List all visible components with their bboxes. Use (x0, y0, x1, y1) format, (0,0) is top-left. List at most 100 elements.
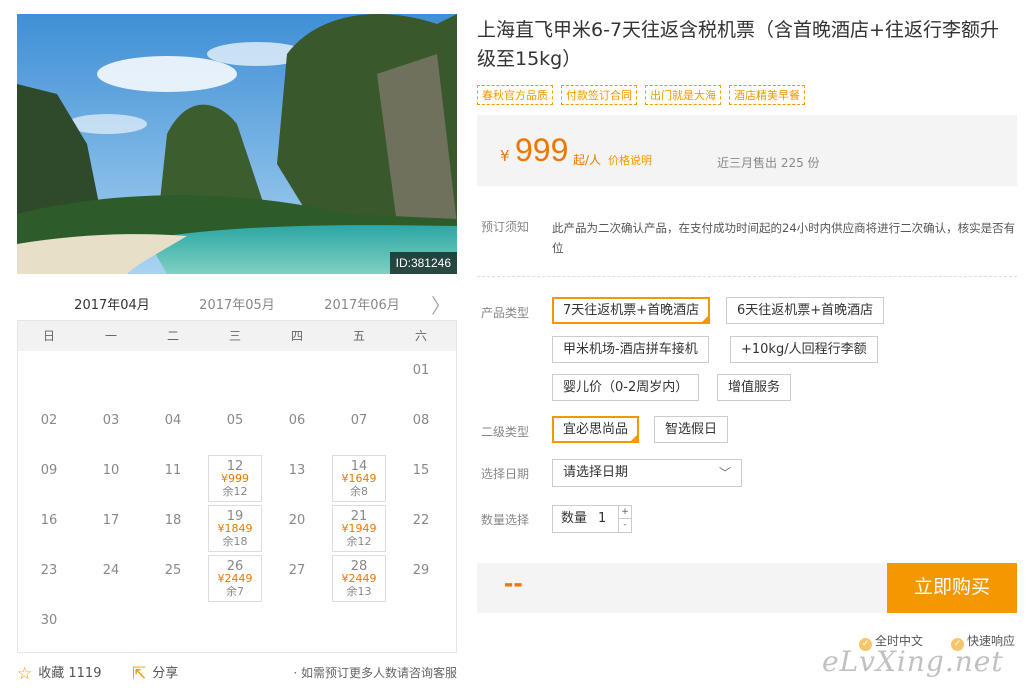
option-subtype-2[interactable]: 智选假日 (654, 416, 729, 443)
day-number: 03 (102, 413, 120, 428)
day-price: ¥2449 (217, 572, 253, 585)
day-price: ¥1649 (341, 472, 377, 485)
calendar-day[interactable]: 11 (142, 453, 204, 503)
option-type-1[interactable]: 7天往返机票+首晚酒店 (552, 297, 711, 326)
calendar-day[interactable]: 29 (390, 553, 452, 603)
calendar-day[interactable]: 21 ¥1949 余12 (332, 505, 386, 552)
calendar-empty (80, 603, 142, 653)
calendar-empty (328, 603, 390, 653)
calendar-day[interactable]: 19 ¥1849 余18 (208, 505, 262, 552)
favorite-button[interactable]: ☆ 收藏 1119 (17, 662, 101, 684)
chevron-right-icon[interactable]: 〉 (431, 290, 451, 319)
date-select[interactable]: 请选择日期 ﹀ (552, 459, 742, 487)
price-unit: 起/人 (573, 153, 602, 167)
quantity-value[interactable]: 1 (598, 506, 606, 532)
day-number: 28 (350, 559, 368, 574)
calendar-day[interactable]: 24 (80, 553, 142, 603)
option-type-5[interactable]: 婴儿价（0-2周岁内） (552, 374, 700, 401)
subtype-label: 二级类型 (481, 425, 530, 439)
calendar-day[interactable]: 28 ¥2449 余13 (332, 555, 386, 602)
day-number: 12 (226, 459, 244, 474)
option-type-3[interactable]: 甲米机场-酒店拼车接机 (552, 336, 709, 363)
calendar-day[interactable]: 20 (266, 503, 328, 553)
day-price: ¥1849 (217, 522, 253, 535)
calendar-month-tabs: 2017年04月 2017年05月 2017年06月 〉 (17, 288, 457, 323)
star-icon: ☆ (17, 664, 33, 684)
feature-tag: 酒店精美早餐 (729, 85, 805, 105)
day-number: 14 (350, 459, 368, 474)
share-button[interactable]: ⇱ 分享 (132, 662, 178, 684)
calendar-day[interactable]: 27 (266, 553, 328, 603)
calendar-day[interactable]: 15 (390, 453, 452, 503)
weekday-label: 四 (290, 329, 303, 343)
total-price: -- (504, 567, 523, 598)
calendar-empty (18, 353, 80, 403)
calendar-day[interactable]: 18 (142, 503, 204, 553)
calendar-empty (266, 353, 328, 403)
beach-cliff-image (17, 14, 457, 274)
calendar-empty (204, 603, 266, 653)
day-number: 01 (412, 363, 430, 378)
calendar-day[interactable]: 23 (18, 553, 80, 603)
calendar-empty (266, 603, 328, 653)
calendar-day[interactable]: 12 ¥999 余12 (208, 455, 262, 502)
day-number: 18 (164, 513, 182, 528)
option-subtype-1[interactable]: 宜必思尚品 (552, 416, 640, 445)
option-type-4[interactable]: +10kg/人回程行李额 (730, 336, 878, 363)
feature-tag: 春秋官方品质 (477, 85, 553, 105)
day-number: 29 (412, 563, 430, 578)
calendar-day[interactable]: 13 (266, 453, 328, 503)
calendar-empty (328, 353, 390, 403)
product-title: 上海直飞甲米6-7天往返含税机票（含首晚酒店+往返行李额升级至15kg） (477, 19, 999, 70)
calendar-day[interactable]: 16 (18, 503, 80, 553)
calendar-day[interactable]: 25 (142, 553, 204, 603)
calendar-day[interactable]: 30 (18, 603, 80, 653)
calendar-day[interactable]: 10 (80, 453, 142, 503)
calendar-day[interactable]: 22 (390, 503, 452, 553)
calendar-empty (142, 353, 204, 403)
day-remaining: 余12 (346, 535, 372, 548)
tab-month-2[interactable]: 2017年05月 (192, 294, 282, 313)
calendar-day[interactable]: 07 (328, 403, 390, 453)
option-type-2[interactable]: 6天往返机票+首晚酒店 (726, 297, 885, 324)
day-number: 04 (164, 413, 182, 428)
watermark: eLvXing.net (822, 645, 1004, 678)
product-photo[interactable]: ID:381246 (17, 14, 457, 274)
calendar-empty (80, 353, 142, 403)
day-number: 10 (102, 463, 120, 478)
quantity-stepper[interactable]: 数量 1 + - (552, 505, 632, 533)
calendar-day[interactable]: 06 (266, 403, 328, 453)
day-price: ¥1949 (341, 522, 377, 535)
day-number: 11 (164, 463, 182, 478)
calendar-day[interactable]: 17 (80, 503, 142, 553)
feature-tags: 春秋官方品质 付款签订合同 出门就是大海 酒店精美早餐 (477, 85, 805, 105)
sold-count: 近三月售出 225 份 (717, 156, 820, 170)
day-number: 02 (40, 413, 58, 428)
calendar-day[interactable]: 01 (390, 353, 452, 403)
currency-symbol: ¥ (500, 147, 510, 165)
day-number: 24 (102, 563, 120, 578)
tab-month-1[interactable]: 2017年04月 (67, 294, 157, 323)
price-explain-link[interactable]: 价格说明 (608, 152, 652, 168)
calendar-day[interactable]: 09 (18, 453, 80, 503)
day-remaining: 余12 (222, 485, 248, 498)
tab-month-3[interactable]: 2017年06月 (317, 294, 407, 313)
calendar-day[interactable]: 14 ¥1649 余8 (332, 455, 386, 502)
decrement-button[interactable]: - (618, 519, 631, 532)
quantity-label: 数量选择 (481, 513, 530, 527)
weekday-label: 六 (414, 329, 427, 343)
calendar-day[interactable]: 05 (204, 403, 266, 453)
calendar-day[interactable]: 26 ¥2449 余7 (208, 555, 262, 602)
divider (477, 276, 1017, 277)
feature-tag: 付款签订合同 (561, 85, 637, 105)
notice-label: 预订须知 (481, 220, 530, 234)
day-number: 15 (412, 463, 430, 478)
day-number: 26 (226, 559, 244, 574)
option-type-6[interactable]: 增值服务 (717, 374, 792, 401)
buy-now-button[interactable]: 立即购买 (887, 563, 1017, 613)
calendar-day[interactable]: 04 (142, 403, 204, 453)
calendar-day[interactable]: 02 (18, 403, 80, 453)
calendar-day[interactable]: 03 (80, 403, 142, 453)
calendar-day[interactable]: 08 (390, 403, 452, 453)
increment-button[interactable]: + (618, 506, 631, 519)
